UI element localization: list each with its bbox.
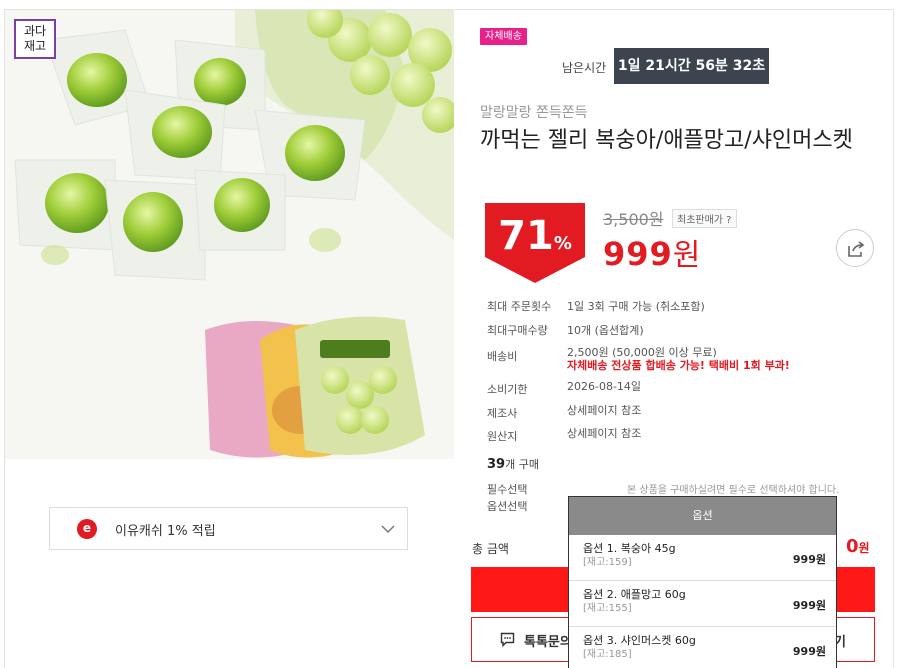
chat-bubble-icon [500, 632, 515, 647]
total-label: 총 금액 [472, 542, 509, 556]
ecash-reward-box[interactable]: e 이유캐쉬 1% 적립 [49, 507, 408, 550]
option-price: 999원 [792, 645, 826, 658]
max-qty-label: 최대구매수량 [487, 324, 548, 337]
option-item[interactable]: 옵션 3. 샤인머스켓 60g [재고:185] 999원 [569, 627, 836, 668]
sale-price-number: 999 [603, 235, 673, 273]
chevron-down-icon[interactable] [379, 520, 397, 538]
expiry-label: 소비기한 [487, 383, 528, 396]
purchase-count-unit: 개 구매 [505, 458, 539, 471]
ecash-text: 이유캐쉬 1% 적립 [115, 524, 216, 539]
share-button[interactable] [836, 229, 874, 267]
maker-value: 상세페이지 참조 [567, 404, 642, 417]
badge-line2: 재고 [23, 39, 47, 53]
max-order-label: 최대 주문횟수 [487, 300, 552, 313]
shipping-label: 배송비 [487, 350, 518, 363]
purchase-count: 39개 구매 [487, 456, 539, 472]
shipping-note: 자체배송 전상품 합배송 가능! 택배비 1회 부과! [567, 359, 790, 372]
shipping-badge: 자체배송 [480, 28, 527, 45]
option-stock: [재고:155] [583, 603, 632, 614]
option-notice: 본 상품을 구매하실려면 필수로 선택하셔야 합니다. [627, 485, 840, 496]
expiry-value: 2026-08-14일 [567, 380, 642, 393]
share-icon [848, 241, 865, 257]
discount-unit: % [553, 233, 572, 254]
max-order-value: 1일 3회 구매 가능 (취소포함) [567, 300, 705, 313]
total-value: 0원 [846, 536, 870, 557]
product-image: 과다 재고 [5, 10, 454, 459]
discount-rate: 71% [490, 212, 580, 268]
option-price: 999원 [792, 599, 826, 612]
required-select-label: 필수선택 [487, 483, 528, 496]
max-qty-value: 10개 (옵션합계) [567, 324, 644, 337]
talk-inquiry-label: 톡톡문의 [524, 635, 572, 650]
origin-value: 상세페이지 참조 [567, 427, 642, 440]
jelly-product-photo [5, 10, 454, 459]
sale-price-unit: 원 [672, 238, 702, 273]
option-item[interactable]: 옵션 1. 복숭아 45g [재고:159] 999원 [569, 535, 836, 581]
option-select-label: 옵션선택 [487, 500, 528, 513]
badge-line1: 과다 [23, 24, 47, 38]
product-title: 까먹는 젤리 복숭아/애플망고/샤인머스켓 [480, 128, 853, 153]
excess-stock-badge: 과다 재고 [14, 19, 56, 59]
timer-label: 남은시간 [562, 61, 607, 75]
total-number: 0 [846, 536, 859, 557]
original-price: 3,500원 [603, 210, 664, 229]
option-item[interactable]: 옵션 2. 애플망고 60g [재고:155] 999원 [569, 581, 836, 627]
product-subtitle: 말랑말랑 쫀득쫀득 [480, 105, 588, 121]
timer-value: 1일 21시간 56분 32초 [614, 48, 769, 84]
ecash-icon: e [77, 519, 97, 539]
lowest-price-badge[interactable]: 최초판매가 ? [672, 209, 737, 228]
option-dropdown-header: 옵션 [569, 497, 836, 535]
option-price: 999원 [792, 553, 826, 566]
maker-label: 제조사 [487, 407, 518, 420]
origin-label: 원산지 [487, 430, 518, 443]
discount-number: 71 [498, 213, 554, 259]
purchase-count-number: 39 [487, 457, 506, 472]
sale-price: 999원 [603, 230, 701, 274]
option-stock: [재고:185] [583, 649, 632, 660]
option-stock: [재고:159] [583, 557, 632, 568]
total-unit: 원 [858, 541, 870, 555]
option-dropdown[interactable]: 옵션 옵션 1. 복숭아 45g [재고:159] 999원 옵션 2. 애플망… [568, 496, 837, 668]
